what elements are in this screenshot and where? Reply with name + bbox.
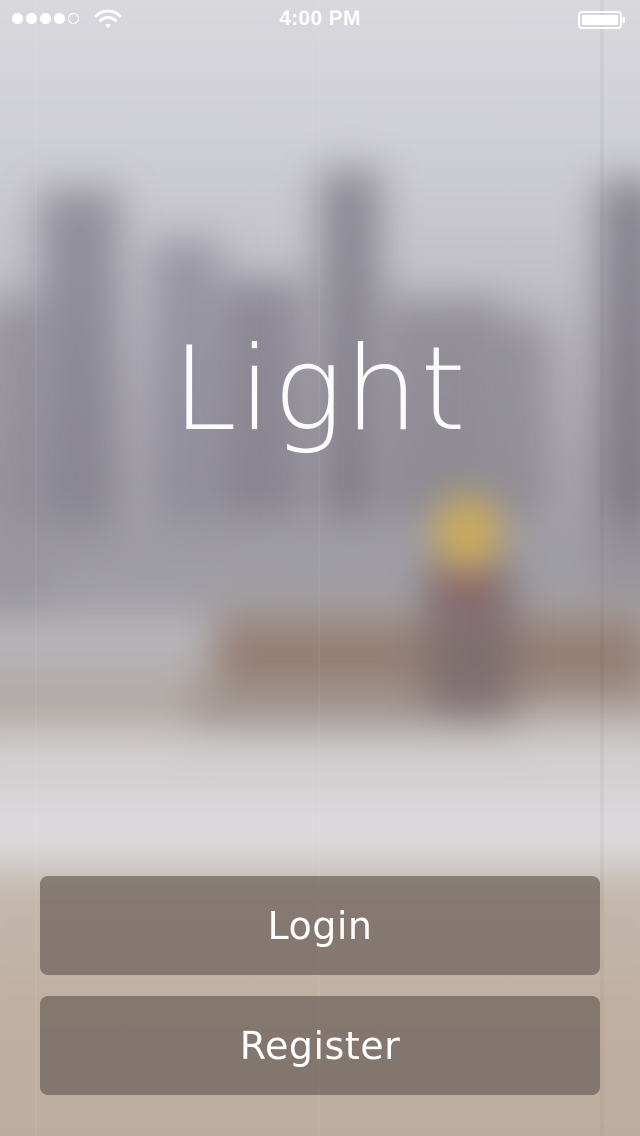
register-button-label: Register: [239, 1023, 401, 1068]
background-person-scarf: [440, 570, 490, 600]
status-time: 4:00 PM: [279, 7, 361, 30]
welcome-screen: 4:00 PM Light Login Register: [0, 0, 640, 1136]
background-water: [0, 520, 640, 610]
app-title: Light: [172, 322, 468, 457]
status-bar: 4:00 PM: [0, 0, 640, 40]
battery-full-icon: [578, 11, 625, 29]
background-person-head: [435, 495, 500, 570]
light-band: [600, 0, 604, 1136]
login-button-label: Login: [267, 903, 373, 948]
login-button[interactable]: Login: [40, 876, 600, 975]
register-button[interactable]: Register: [40, 996, 600, 1095]
background-snow: [0, 730, 640, 870]
light-band: [35, 0, 37, 1136]
